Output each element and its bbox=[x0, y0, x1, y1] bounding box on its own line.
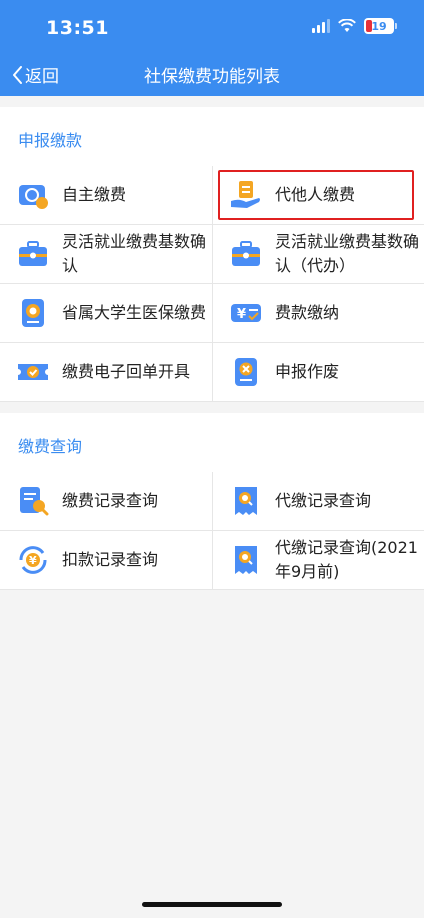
battery-level: 19 bbox=[371, 19, 387, 33]
svg-text:¥: ¥ bbox=[29, 554, 37, 567]
top-bar: 13:51 19 返回 社保缴费功能列表 bbox=[0, 0, 424, 96]
ticket-check-icon bbox=[16, 355, 50, 389]
item-label: 代缴记录查询 bbox=[275, 491, 372, 510]
item-proxy-record-query-before-2021-09[interactable]: 代缴记录查询(2021年9月前) bbox=[212, 531, 424, 590]
section-header-query: 缴费查询 bbox=[0, 413, 424, 473]
item-proxy-record-query[interactable]: 代缴记录查询 bbox=[212, 472, 424, 531]
document-search-icon bbox=[16, 484, 50, 518]
item-label: 灵活就业缴费基数确认（代办） bbox=[275, 232, 420, 275]
section-title: 缴费查询 bbox=[18, 437, 83, 456]
receipt-search-icon bbox=[229, 543, 263, 577]
briefcase-icon bbox=[229, 237, 263, 271]
item-payment-record-query[interactable]: 缴费记录查询 bbox=[0, 472, 212, 531]
section-header-declare: 申报缴款 bbox=[0, 107, 424, 167]
battery-icon: 19 bbox=[364, 18, 397, 34]
item-label: 自主缴费 bbox=[62, 185, 127, 204]
item-self-payment[interactable]: 自主缴费 bbox=[0, 166, 212, 225]
item-fee-payment[interactable]: ¥ 费款缴纳 bbox=[212, 284, 424, 343]
item-student-medical[interactable]: 省属大学生医保缴费 bbox=[0, 284, 212, 343]
item-label: 费款缴纳 bbox=[275, 303, 340, 322]
item-label: 申报作废 bbox=[275, 362, 340, 381]
badge-icon bbox=[16, 296, 50, 330]
highlight-box bbox=[218, 170, 414, 220]
receipt-search-icon bbox=[229, 484, 263, 518]
card-payment-icon bbox=[16, 178, 50, 212]
item-flexible-base-confirm-proxy[interactable]: 灵活就业缴费基数确认（代办） bbox=[212, 225, 424, 284]
status-time: 13:51 bbox=[46, 17, 109, 39]
briefcase-icon bbox=[16, 237, 50, 271]
item-label: 省属大学生医保缴费 bbox=[62, 303, 207, 322]
section-title: 申报缴款 bbox=[18, 131, 83, 150]
item-label: 缴费电子回单开具 bbox=[62, 362, 191, 381]
wifi-icon bbox=[338, 19, 356, 32]
page-title: 社保缴费功能列表 bbox=[144, 67, 280, 87]
status-icons: 19 bbox=[312, 18, 397, 34]
item-label: 灵活就业缴费基数确认 bbox=[62, 232, 207, 275]
item-label: 扣款记录查询 bbox=[62, 550, 159, 569]
yuan-card-icon: ¥ bbox=[229, 296, 263, 330]
home-indicator bbox=[142, 902, 282, 907]
item-e-receipt[interactable]: 缴费电子回单开具 bbox=[0, 343, 212, 402]
svg-text:¥: ¥ bbox=[237, 307, 246, 322]
item-label: 代缴记录查询(2021年9月前) bbox=[275, 538, 418, 581]
item-declare-void[interactable]: 申报作废 bbox=[212, 343, 424, 402]
cancel-document-icon bbox=[229, 355, 263, 389]
item-label: 缴费记录查询 bbox=[62, 491, 159, 510]
item-deduction-record-query[interactable]: ¥ 扣款记录查询 bbox=[0, 531, 212, 590]
yuan-refresh-icon: ¥ bbox=[16, 543, 50, 577]
signal-icon bbox=[312, 19, 330, 33]
query-grid: 缴费记录查询 代缴记录查询 ¥ 扣款记录查询 代缴记录查询(2021年9月前) bbox=[0, 472, 424, 590]
item-flexible-base-confirm[interactable]: 灵活就业缴费基数确认 bbox=[0, 225, 212, 284]
